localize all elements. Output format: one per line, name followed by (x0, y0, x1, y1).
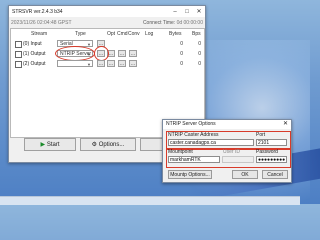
header-type: Type (75, 31, 86, 37)
dialog-title-bar: NTRIP Server Options ✕ (163, 120, 291, 129)
row1-conv-button[interactable]: ... (118, 50, 126, 57)
highlight-ellipse-type (55, 46, 95, 61)
caster-address-label: NTRIP Caster Address (168, 132, 219, 138)
user-id-field (222, 156, 254, 163)
start-button[interactable]: ▶ Start (24, 138, 76, 151)
row1-bps: 0 (198, 51, 201, 57)
port-field[interactable]: 2101 (256, 139, 287, 146)
mountpoint-label: Mountpoint (168, 149, 193, 155)
row2-opt-button[interactable]: ... (97, 60, 105, 67)
connect-time-label: Connect Time: (142, 19, 176, 26)
row2-bytes: 0 (180, 61, 183, 67)
chevron-down-icon: ▼ (87, 62, 91, 67)
taskbar (0, 196, 300, 205)
play-icon: ▶ (40, 142, 46, 148)
header-cmd: Cmd (117, 31, 128, 37)
row1-label: (1) Output (23, 51, 46, 57)
caster-address-field[interactable]: caster.canadagps.ca (168, 139, 254, 146)
header-stream: Stream (31, 31, 48, 37)
maximize-icon[interactable]: □ (181, 7, 193, 17)
close-icon[interactable]: ✕ (193, 7, 205, 17)
row0-bytes: 0 (180, 41, 183, 47)
password-field[interactable]: ●●●●●●●●● (256, 156, 287, 163)
row1-log-button[interactable]: ... (129, 50, 137, 57)
minimize-icon[interactable]: – (169, 7, 181, 17)
row2-log-button[interactable]: ... (129, 60, 137, 67)
mountp-options-button[interactable]: Mountp Options... (168, 170, 212, 179)
row0-bps: 0 (198, 41, 201, 47)
mountpoint-value: markhamRTK (170, 157, 201, 163)
timestamp: 2023/11/26 02:04:48 GPST (11, 19, 72, 26)
port-label: Port (256, 132, 266, 138)
options-label: Options... (98, 142, 125, 148)
ok-button[interactable]: OK (232, 170, 258, 179)
header-bytes: Bytes (169, 31, 182, 37)
status-row: 2023/11/26 02:04:48 GPST Connect Time: 0… (10, 18, 204, 27)
close-icon[interactable]: ✕ (283, 120, 288, 129)
window-title: STRSVR ver.2.4.3 b34 (12, 8, 63, 15)
start-label: Start (46, 142, 60, 148)
row2-cmd-button[interactable]: ... (107, 60, 115, 67)
header-opt: Opt (107, 31, 116, 37)
row0-checkbox[interactable] (15, 41, 22, 48)
mountpoint-select[interactable]: markhamRTK (168, 156, 220, 163)
user-id-label: User ID (223, 149, 240, 155)
header-log: Log (145, 31, 154, 37)
highlight-ellipse-opt (94, 46, 109, 61)
row0-label: (0) Input (23, 41, 42, 47)
gear-icon: ⚙ (91, 142, 98, 148)
row1-checkbox[interactable] (15, 51, 22, 58)
row2-bps: 0 (198, 61, 201, 67)
row1-bytes: 0 (180, 51, 183, 57)
header-conv: Conv (128, 31, 140, 37)
row2-checkbox[interactable] (15, 61, 22, 68)
row2-type-select[interactable]: ▼ (57, 60, 93, 67)
connect-time-value: 0d 00:00:00 (176, 19, 203, 26)
row2-label: (2) Output (23, 61, 46, 67)
options-button[interactable]: ⚙ Options... (80, 138, 136, 151)
cancel-button[interactable]: Cancel (262, 170, 288, 179)
password-label: Password (256, 149, 278, 155)
ntrip-options-dialog: NTRIP Server Options ✕ NTRIP Caster Addr… (162, 119, 292, 183)
header-bps: Bps (192, 31, 201, 37)
row2-conv-button[interactable]: ... (118, 60, 126, 67)
title-bar: STRSVR ver.2.4.3 b34 – □ ✕ (9, 6, 205, 17)
dialog-title: NTRIP Server Options (166, 121, 216, 127)
